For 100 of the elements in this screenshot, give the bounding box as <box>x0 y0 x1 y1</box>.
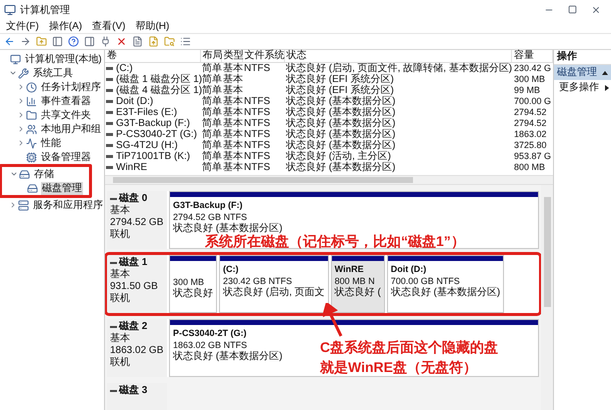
menu-item[interactable]: 查看(V) <box>92 20 126 33</box>
column-header[interactable]: 文件系统 <box>242 50 285 62</box>
disk-status: 联机 <box>110 229 131 241</box>
column-header[interactable]: 类型 <box>222 50 243 62</box>
partition-block[interactable]: 300 MB 状态良好 <box>169 255 217 313</box>
table-cell: (C:) <box>116 63 133 74</box>
table-cell: 简单 <box>202 151 222 162</box>
tree-item[interactable]: 事件查看器 <box>40 94 92 108</box>
table-cell: 简单 <box>202 96 222 107</box>
forward-icon[interactable] <box>20 36 31 47</box>
table-cell: NTFS <box>244 96 270 107</box>
back-icon[interactable] <box>4 36 15 47</box>
table-cell: 状态良好 (基本数据分区) <box>286 118 396 129</box>
volume-icon <box>106 144 113 147</box>
plug-icon[interactable] <box>100 36 111 47</box>
partition-name: Doit (D:) <box>390 263 426 275</box>
table-cell: 3725.80 <box>514 140 547 151</box>
tree-item[interactable]: 本地用户和组 <box>40 122 102 136</box>
table-cell: E3T-Files (E:) <box>116 107 178 118</box>
disk-size: 1863.02 GB <box>110 345 164 356</box>
annotation-text: C盘系统盘后面这个隐藏的盘 <box>320 338 498 357</box>
table-cell: Doit (D:) <box>116 96 154 107</box>
partition-size: 1863.02 GB NTFS <box>173 339 248 350</box>
horizontal-scrollbar[interactable] <box>105 175 553 185</box>
column-header[interactable]: 卷 <box>105 50 201 62</box>
volume-icon <box>106 155 113 158</box>
tree-node-icon <box>26 110 37 120</box>
column-header[interactable]: 状态 <box>284 50 512 62</box>
disk-size: 931.50 GB <box>110 281 159 292</box>
menu-item[interactable]: 帮助(H) <box>135 20 170 33</box>
panel-icon[interactable] <box>84 36 95 47</box>
partition-block[interactable]: Doit (D:) 700.00 GB NTFS 状态良好 (基本数据分区) <box>386 255 504 313</box>
table-cell: NTFS <box>244 107 270 118</box>
tree-node-icon <box>18 68 29 78</box>
table-cell: P-CS3040-2T (G:) <box>116 129 197 140</box>
volume-icon <box>106 78 113 81</box>
action-item[interactable]: 更多操作 <box>554 80 611 95</box>
column-header[interactable]: 布局 <box>200 50 222 62</box>
actions-section[interactable]: 磁盘管理 <box>554 65 611 80</box>
table-cell: 简单 <box>202 107 222 118</box>
partition-status: 状态良好 (启动, 页面文 <box>223 287 325 299</box>
table-cell: 800 MB <box>514 162 546 173</box>
delete-icon[interactable] <box>116 36 127 47</box>
annotation-text: 系统所在磁盘（记住标号，比如“磁盘1”） <box>205 233 465 249</box>
table-cell: 2794.52 <box>514 107 547 118</box>
volume-icon <box>106 111 113 114</box>
help-icon[interactable] <box>68 36 79 47</box>
partition-size: 800 MB N <box>334 275 375 286</box>
tree-item[interactable]: 系统工具 <box>32 66 74 80</box>
table-cell: TiP71001TB (K:) <box>116 151 190 162</box>
tree-item[interactable]: 计算机管理(本地) <box>24 52 103 66</box>
table-cell: 基本 <box>223 107 243 118</box>
tree-item[interactable]: 磁盘管理 <box>41 182 83 194</box>
table-cell: 基本 <box>223 162 243 173</box>
maximize-icon[interactable] <box>568 5 577 14</box>
tree-node-icon <box>18 200 29 210</box>
tree-item[interactable]: 共享文件夹 <box>40 108 92 122</box>
disk-type: 基本 <box>110 333 131 345</box>
table-cell: 简单 <box>202 118 222 129</box>
tree-item[interactable]: 服务和应用程序 <box>32 198 104 212</box>
volume-icon <box>106 166 113 169</box>
tree-item[interactable]: 性能 <box>40 136 62 150</box>
chevron-right-icon[interactable] <box>17 125 25 133</box>
table-cell: 99 MB <box>514 85 540 96</box>
menu-item[interactable]: 文件(F) <box>6 20 39 33</box>
table-cell: 简单 <box>202 140 222 151</box>
column-header[interactable]: 容量 <box>512 50 553 62</box>
table-cell: 953.87 G <box>514 151 552 162</box>
menu-item[interactable]: 操作(A) <box>48 20 82 33</box>
chevron-down-icon[interactable] <box>9 69 17 77</box>
tree-item[interactable]: 设备管理器 <box>40 150 92 164</box>
partition-block[interactable]: WinRE 800 MB N 状态良好 ( <box>330 255 385 313</box>
document-icon[interactable] <box>132 36 143 47</box>
tree-item[interactable]: 任务计划程序 <box>40 80 102 94</box>
disk-type: 基本 <box>110 205 131 217</box>
partition-status: 状态良好 <box>173 288 213 300</box>
chevron-down-icon[interactable] <box>10 170 18 178</box>
tree-node-icon <box>26 124 37 134</box>
chevron-right-icon[interactable] <box>17 97 25 105</box>
partition-name: (C:) <box>223 263 238 275</box>
table-cell: 简单 <box>202 162 222 173</box>
partition-block[interactable]: (C:) 230.42 GB NTFS 状态良好 (启动, 页面文 <box>219 255 329 313</box>
list-icon[interactable] <box>180 36 191 47</box>
tree-node-icon <box>26 82 37 92</box>
chevron-right-icon[interactable] <box>9 201 17 209</box>
volume-icon <box>106 67 113 70</box>
annotation-text: 就是WinRE盘（无盘符） <box>320 358 478 377</box>
table-cell: 300 MB <box>514 74 546 85</box>
table-cell: 基本 <box>223 85 243 96</box>
chevron-right-icon[interactable] <box>17 111 25 119</box>
tree-node-icon <box>26 96 37 106</box>
partition-status: 状态良好 (基本数据分区) <box>173 351 282 363</box>
close-icon[interactable] <box>591 5 601 15</box>
tree-node-icon <box>19 168 30 180</box>
table-cell: 基本 <box>223 129 243 140</box>
tree-item[interactable]: 存储 <box>33 168 55 180</box>
chevron-right-icon[interactable] <box>17 139 25 147</box>
table-cell: G3T-Backup (F:) <box>116 118 190 129</box>
chevron-right-icon[interactable] <box>17 83 25 91</box>
panel-icon[interactable] <box>52 36 63 47</box>
